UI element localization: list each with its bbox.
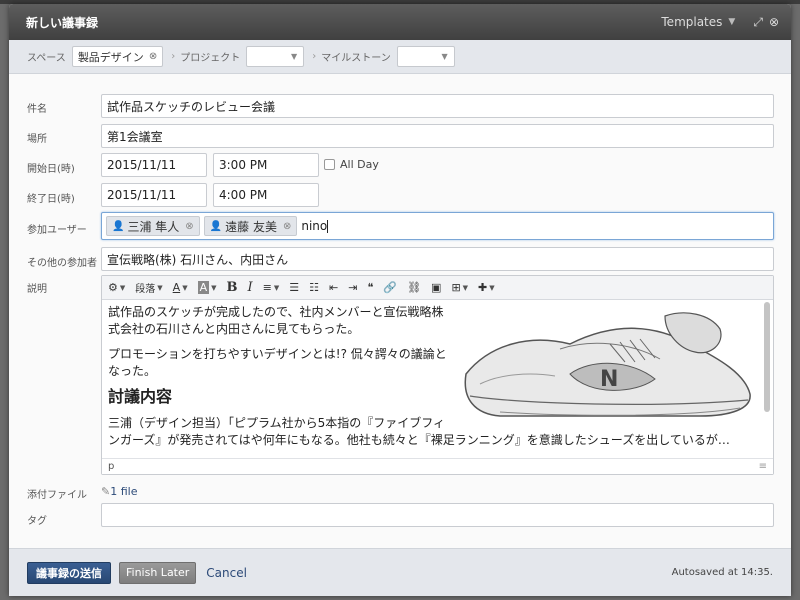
remove-participant-icon[interactable]: ⊗ (283, 221, 291, 232)
close-icon[interactable]: ⊗ (769, 15, 779, 29)
dialog-footer: 議事録の送信 Finish Later Cancel Autosaved at … (9, 548, 791, 596)
paragraph-format-dropdown[interactable]: 段落 ▼ (135, 280, 162, 296)
tags-label: タグ (27, 516, 47, 527)
project-label: プロジェクト (180, 53, 241, 64)
participant-chip[interactable]: 👤 遠藤 友美 ⊗ (203, 216, 298, 236)
editor-scrollbar[interactable] (763, 302, 771, 458)
participants-input[interactable]: 👤 三浦 隼人 ⊗ 👤 遠藤 友美 ⊗ nino (101, 212, 774, 240)
autosave-status: Autosaved at 14:35. (671, 567, 773, 578)
text-color-icon[interactable]: A ▼ (173, 281, 188, 294)
milestone-label: マイルストーン (321, 53, 391, 64)
start-time-value: 3:00 PM (219, 158, 268, 172)
space-value: 製品デザイン (77, 50, 144, 64)
end-time-input[interactable]: 4:00 PM (213, 183, 319, 207)
tags-input[interactable] (101, 503, 774, 527)
quote-icon[interactable]: ❝ (367, 281, 373, 294)
shoe-logo-letter: N (600, 367, 618, 392)
chevron-down-icon: ▼ (441, 52, 448, 61)
place-value: 第1会議室 (107, 129, 163, 144)
subject-input[interactable]: 試作品スケッチのレビュー会議 (101, 94, 774, 118)
participants-label: 参加ユーザー (27, 225, 87, 236)
end-date-input[interactable]: 2015/11/11 (101, 183, 207, 207)
scrollbar-thumb[interactable] (764, 302, 770, 412)
chevron-down-icon: ▼ (291, 52, 298, 61)
text-cursor (327, 219, 329, 233)
participant-name: 三浦 隼人 (127, 219, 180, 234)
bullet-list-icon[interactable]: ☰ (289, 281, 299, 294)
table-icon[interactable]: ⊞ ▼ (451, 281, 468, 294)
paragraph-label: 段落 (135, 284, 156, 295)
start-label: 開始日(時) (27, 164, 75, 175)
others-value: 宣伝戦略(株) 石川さん、内田さん (107, 252, 289, 267)
start-time-input[interactable]: 3:00 PM (213, 153, 319, 177)
expand-icon[interactable]: ⤢ (753, 15, 763, 30)
participants-typed-text: nino (301, 219, 328, 233)
start-date-value: 2015/11/11 (107, 158, 177, 172)
chevron-right-icon: › (312, 51, 317, 62)
editor-toolbar: ⚙ ▼ 段落 ▼ A ▼ A ▼ B I ≡ ▼ ☰ ☷ ⇤ ⇥ ❝ 🔗 ⛓ ▣ ⊞ ▼ ✚… (102, 276, 773, 300)
end-time-value: 4:00 PM (219, 188, 268, 202)
attachments-value: 1 file (110, 485, 138, 498)
attachments-label: 添付ファイル (27, 490, 87, 501)
project-dropdown[interactable]: ▼ (246, 46, 305, 67)
remove-participant-icon[interactable]: ⊗ (185, 221, 193, 232)
place-input[interactable]: 第1会議室 (101, 124, 774, 148)
italic-button[interactable]: I (248, 280, 253, 295)
align-icon[interactable]: ≡ ▼ (263, 281, 280, 294)
participant-chip[interactable]: 👤 三浦 隼人 ⊗ (106, 216, 200, 236)
rich-text-editor[interactable]: ⚙ ▼ 段落 ▼ A ▼ A ▼ B I ≡ ▼ ☰ ☷ ⇤ ⇥ ❝ 🔗 ⛓ ▣ ⊞ ▼ ✚… (101, 275, 774, 475)
highlight-color-icon[interactable]: A ▼ (197, 281, 217, 294)
start-date-input[interactable]: 2015/11/11 (101, 153, 207, 177)
editor-statusbar: p ≡ (102, 458, 773, 474)
templates-menu[interactable]: Templates (661, 15, 722, 29)
scope-bar: スペース 製品デザイン ⊗ › プロジェクト ▼ › マイルストーン ▼ (9, 40, 791, 74)
bold-button[interactable]: B (227, 280, 238, 295)
element-path[interactable]: p (108, 461, 114, 472)
place-label: 場所 (27, 134, 47, 145)
image-icon[interactable]: ▣ (431, 281, 441, 294)
description-label: 説明 (27, 284, 47, 295)
allday-toggle[interactable]: All Day (324, 158, 379, 171)
participant-name: 遠藤 友美 (225, 219, 277, 234)
submit-minutes-button[interactable]: 議事録の送信 (27, 561, 111, 584)
user-icon: 👤 (112, 220, 125, 232)
end-label: 終了日(時) (27, 194, 75, 205)
allday-checkbox[interactable] (324, 159, 335, 170)
outdent-icon[interactable]: ⇤ (329, 281, 338, 294)
space-label: スペース (27, 53, 66, 64)
user-icon: 👤 (209, 220, 223, 232)
chevron-right-icon: › (171, 51, 176, 62)
indent-icon[interactable]: ⇥ (348, 281, 357, 294)
subject-label: 件名 (27, 104, 47, 115)
milestone-dropdown[interactable]: ▼ (396, 46, 455, 67)
others-label: その他の参加者 (27, 258, 97, 269)
editor-content[interactable]: N 試作品のスケッチが完成したので、社内メンバーと宣伝戦略株式会社の石川さんと内… (102, 300, 762, 459)
gear-icon[interactable]: ⚙ ▼ (108, 281, 125, 294)
finish-later-button[interactable]: Finish Later (119, 561, 197, 584)
paperclip-icon: ✎ (101, 485, 111, 498)
remove-space-icon[interactable]: ⊗ (149, 51, 157, 62)
allday-label: All Day (340, 158, 379, 171)
chevron-down-icon[interactable]: ▼ (728, 17, 735, 27)
numbered-list-icon[interactable]: ☷ (309, 281, 319, 294)
resize-grip-icon[interactable]: ≡ (759, 461, 767, 472)
others-input[interactable]: 宣伝戦略(株) 石川さん、内田さん (101, 247, 774, 271)
dialog-title: 新しい議事録 (26, 15, 99, 30)
new-minutes-dialog: 新しい議事録 Templates ▼ ⤢ ⊗ スペース 製品デザイン ⊗ › プ… (9, 4, 791, 596)
attachments-link[interactable]: ✎1 file (101, 485, 137, 498)
insert-icon[interactable]: ✚ ▼ (478, 281, 495, 294)
subject-value: 試作品スケッチのレビュー会議 (107, 99, 276, 114)
shoe-sketch-image: N (460, 304, 756, 426)
link-icon[interactable]: 🔗 (383, 281, 397, 294)
unlink-icon[interactable]: ⛓ (407, 281, 421, 294)
end-date-value: 2015/11/11 (107, 188, 177, 202)
cancel-button[interactable]: Cancel (206, 566, 247, 580)
dialog-titlebar: 新しい議事録 Templates ▼ ⤢ ⊗ (9, 4, 791, 40)
space-selector[interactable]: 製品デザイン ⊗ (71, 46, 164, 67)
